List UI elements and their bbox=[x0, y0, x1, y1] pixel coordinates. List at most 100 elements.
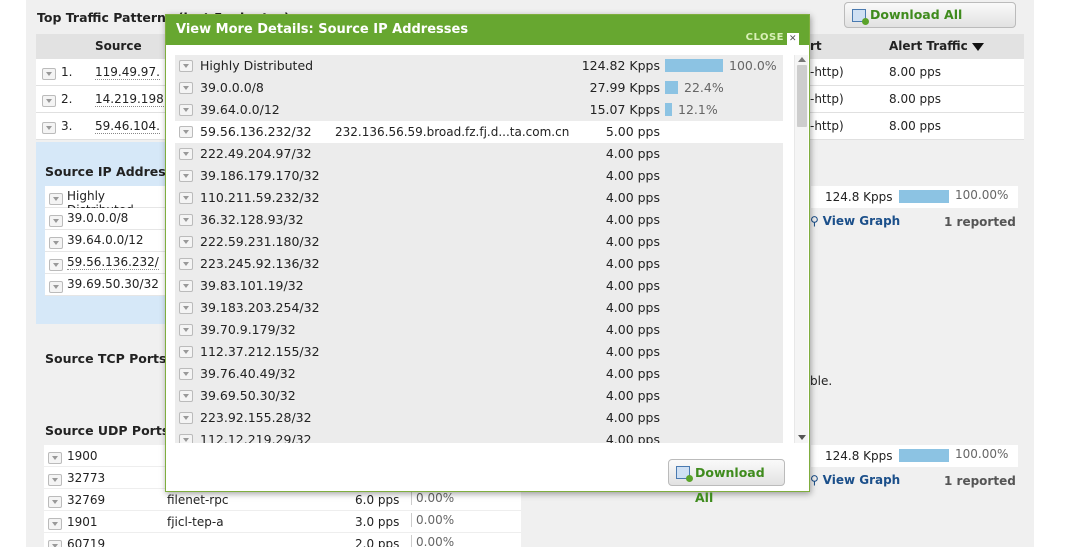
item-menu-icon[interactable] bbox=[179, 60, 193, 72]
item-menu-icon[interactable] bbox=[179, 434, 193, 443]
list-item[interactable]: 222.59.231.180/32 4.00 pps bbox=[175, 231, 783, 253]
list-item[interactable]: 39.69.50.30/32 4.00 pps bbox=[175, 385, 783, 407]
ip-address: 39.0.0.0/8 bbox=[200, 80, 264, 95]
list-item[interactable]: Highly Distributed 124.82 Kpps 100.0% bbox=[175, 55, 783, 77]
list-item[interactable]: 39.186.179.170/32 4.00 pps bbox=[175, 165, 783, 187]
scroll-down-icon[interactable] bbox=[798, 435, 806, 440]
list-item[interactable]: 222.49.204.97/32 4.00 pps bbox=[175, 143, 783, 165]
ip-address: 112.37.212.155/32 bbox=[200, 344, 320, 359]
ip-address: 39.186.179.170/32 bbox=[200, 168, 320, 183]
list-item[interactable]: 223.92.155.28/32 4.00 pps bbox=[175, 407, 783, 429]
download-all-button[interactable]: Download All bbox=[668, 459, 785, 505]
ip-address: 222.49.204.97/32 bbox=[200, 146, 312, 161]
row-source[interactable]: 59.46.104. bbox=[95, 119, 160, 134]
item-menu-icon[interactable] bbox=[48, 495, 62, 508]
scroll-up-icon[interactable] bbox=[798, 57, 806, 62]
item-label: 39.69.50.30/32 bbox=[67, 277, 159, 291]
item-menu-icon[interactable] bbox=[49, 258, 63, 271]
list-item[interactable]: 39.64.0.0/12 bbox=[45, 230, 167, 252]
traffic-value: 4.00 pps bbox=[605, 366, 660, 381]
row-traffic: 8.00 pps bbox=[889, 119, 942, 133]
udp-summary-pct: 100.00% bbox=[955, 447, 1009, 461]
list-item[interactable]: 59.56.136.232/32 232.136.56.59.broad.fz.f… bbox=[175, 121, 783, 144]
row-menu-icon[interactable] bbox=[42, 94, 56, 107]
item-menu-icon[interactable] bbox=[179, 192, 193, 204]
item-menu-icon[interactable] bbox=[179, 324, 193, 336]
item-menu-icon[interactable] bbox=[179, 346, 193, 358]
close-button[interactable]: CLOSE ✕ bbox=[746, 23, 799, 53]
row-source[interactable]: 119.49.97. bbox=[95, 65, 160, 80]
details-modal: View More Details: Source IP Addresses C… bbox=[165, 14, 810, 505]
item-menu-icon[interactable] bbox=[179, 148, 193, 160]
row-source[interactable]: 14.219.198 bbox=[95, 92, 164, 107]
traffic-pct: 22.4% bbox=[684, 80, 724, 95]
column-alert-traffic-label: Alert Traffic bbox=[889, 39, 968, 53]
column-source[interactable]: Source bbox=[95, 39, 142, 53]
udp-port: 1900 bbox=[67, 449, 98, 463]
list-item[interactable]: 39.0.0.0/8 bbox=[45, 208, 167, 230]
item-menu-icon[interactable] bbox=[179, 126, 193, 138]
list-item[interactable]: 39.70.9.179/32 4.00 pps bbox=[175, 319, 783, 341]
list-item[interactable]: 112.37.212.155/32 4.00 pps bbox=[175, 341, 783, 363]
list-item[interactable]: 223.245.92.136/32 4.00 pps bbox=[175, 253, 783, 275]
udp-view-graph-link[interactable]: ⚲ View Graph bbox=[810, 473, 900, 487]
list-item[interactable]: 59.56.136.232/ bbox=[45, 252, 167, 274]
list-item[interactable]: 60719 2.0 pps 0.00% bbox=[44, 533, 521, 547]
item-menu-icon[interactable] bbox=[49, 192, 63, 205]
item-menu-icon[interactable] bbox=[48, 451, 62, 464]
item-menu-icon[interactable] bbox=[179, 236, 193, 248]
item-menu-icon[interactable] bbox=[48, 473, 62, 486]
column-alert-traffic[interactable]: Alert Traffic bbox=[889, 39, 984, 53]
list-item[interactable]: 39.64.0.0/12 15.07 Kpps 12.1% bbox=[175, 99, 783, 121]
list-item[interactable]: Highly Distributed bbox=[45, 186, 167, 217]
item-menu-icon[interactable] bbox=[179, 412, 193, 424]
close-icon: ✕ bbox=[787, 33, 799, 45]
item-menu-icon[interactable] bbox=[179, 280, 193, 292]
list-item[interactable]: 32769 filenet-rpc 6.0 pps 0.00% bbox=[44, 489, 521, 511]
item-menu-icon[interactable] bbox=[179, 170, 193, 182]
ip-address: 223.92.155.28/32 bbox=[200, 410, 312, 425]
column-alert[interactable]: rt bbox=[810, 39, 822, 53]
item-menu-icon[interactable] bbox=[179, 390, 193, 402]
magnifier-icon: ⚲ bbox=[810, 214, 819, 228]
ip-details-list[interactable]: Highly Distributed 124.82 Kpps 100.0% 39.0.… bbox=[175, 55, 783, 443]
list-item[interactable]: 39.83.101.19/32 4.00 pps bbox=[175, 275, 783, 297]
traffic-value: 4.00 pps bbox=[605, 278, 660, 293]
row-traffic: 8.00 pps bbox=[889, 92, 942, 106]
item-menu-icon[interactable] bbox=[179, 82, 193, 94]
traffic-pct: 12.1% bbox=[678, 102, 718, 117]
list-item[interactable]: 1901 fjicl-tep-a 3.0 pps 0.00% bbox=[44, 511, 521, 533]
item-menu-icon[interactable] bbox=[48, 539, 62, 547]
item-menu-icon[interactable] bbox=[49, 214, 63, 227]
item-menu-icon[interactable] bbox=[179, 104, 193, 116]
ip-address: 39.69.50.30/32 bbox=[200, 388, 296, 403]
item-menu-icon[interactable] bbox=[179, 258, 193, 270]
udp-pct: 0.00% bbox=[411, 513, 454, 527]
row-menu-icon[interactable] bbox=[42, 67, 56, 80]
item-menu-icon[interactable] bbox=[179, 368, 193, 380]
modal-scrollbar[interactable] bbox=[794, 55, 808, 443]
list-item[interactable]: 39.183.203.254/32 4.00 pps bbox=[175, 297, 783, 319]
modal-title-bar[interactable]: View More Details: Source IP Addresses C… bbox=[166, 15, 809, 45]
list-item[interactable]: 39.0.0.0/8 27.99 Kpps 22.4% bbox=[175, 77, 783, 99]
ip-address: 222.59.231.180/32 bbox=[200, 234, 320, 249]
item-menu-icon[interactable] bbox=[179, 302, 193, 314]
item-menu-icon[interactable] bbox=[49, 280, 63, 293]
item-menu-icon[interactable] bbox=[179, 214, 193, 226]
row-traffic: 8.00 pps bbox=[889, 65, 942, 79]
ip-address: 223.245.92.136/32 bbox=[200, 256, 320, 271]
hostname[interactable]: 232.136.56.59.broad.fz.fj.d...ta.com.cn bbox=[335, 121, 570, 144]
download-all-patterns-button[interactable]: Download All Patterns bbox=[844, 2, 1016, 46]
list-item[interactable]: 39.76.40.49/32 4.00 pps bbox=[175, 363, 783, 385]
ip-view-graph-link[interactable]: ⚲ View Graph bbox=[810, 214, 900, 228]
list-item[interactable]: 110.211.59.232/32 4.00 pps bbox=[175, 187, 783, 209]
udp-port: 1901 bbox=[67, 515, 98, 529]
ip-summary-row: 124.8 Kpps 100.00% bbox=[811, 186, 1018, 208]
item-menu-icon[interactable] bbox=[48, 517, 62, 530]
list-item[interactable]: 39.69.50.30/32 bbox=[45, 274, 167, 296]
item-menu-icon[interactable] bbox=[49, 236, 63, 249]
list-item[interactable]: 36.32.128.93/32 4.00 pps bbox=[175, 209, 783, 231]
list-item[interactable]: 112.12.219.29/32 4.00 pps bbox=[175, 429, 783, 443]
row-menu-icon[interactable] bbox=[42, 121, 56, 134]
scroll-thumb[interactable] bbox=[797, 65, 807, 127]
